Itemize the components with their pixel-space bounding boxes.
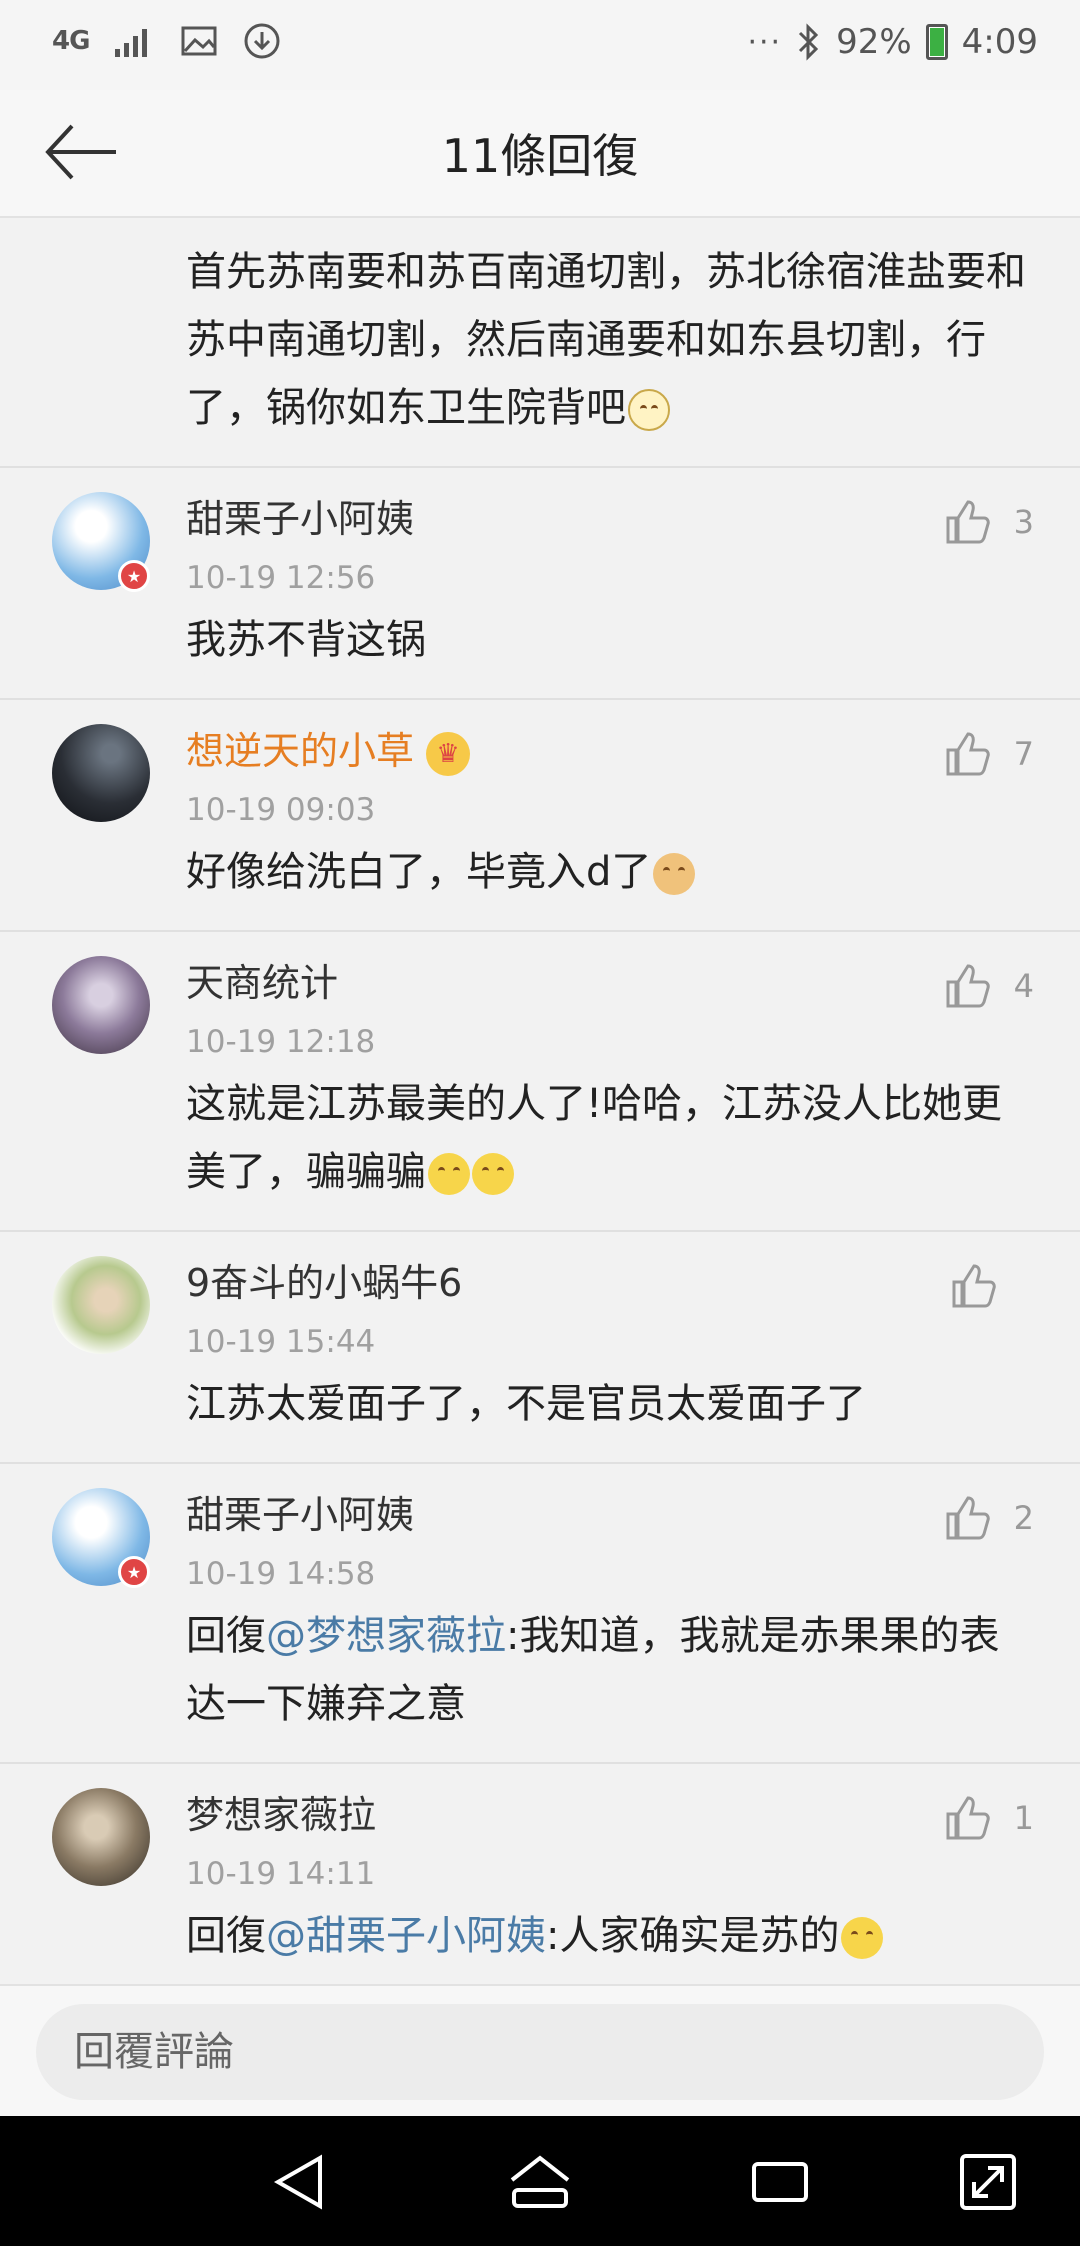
more-dots-icon: ··· [747, 24, 783, 60]
comment-time: 10-19 15:44 [186, 1324, 376, 1360]
verified-badge-icon: ★ [118, 1556, 150, 1588]
like-count: 2 [1013, 1499, 1034, 1537]
thumbs-up-icon [946, 500, 990, 544]
nav-expand-icon[interactable] [952, 2146, 1024, 2218]
verified-badge-icon: ★ [118, 560, 150, 592]
avatar[interactable] [52, 1256, 150, 1354]
comment-text: 好像给洗白了，毕竟入d了 [186, 838, 1030, 906]
comment-username[interactable]: 甜栗子小阿姨 [186, 488, 1030, 550]
comment-item[interactable]: 9奋斗的小蜗牛6 10-19 15:44 江苏太爱面子了，不是官员太爱面子了 [0, 1232, 1080, 1464]
like-button[interactable]: 1 [944, 1794, 1034, 1842]
doge-emoji-icon [653, 853, 696, 895]
comment-text: 我苏不背这锅 [186, 617, 426, 663]
comment-time: 10-19 14:11 [186, 1856, 376, 1892]
comment-item[interactable]: 天商统计 10-19 12:18 这就是江苏最美的人了!哈哈，江苏没人比她更美了… [0, 932, 1080, 1232]
vip-crown-icon: ♛ [426, 731, 471, 776]
status-bar: 4G ··· 92% 4:09 [0, 0, 1080, 90]
comment-text: 这就是江苏最美的人了!哈哈，江苏没人比她更美了，骗骗骗 [186, 1081, 1003, 1195]
page-title: 11條回復 [441, 129, 639, 183]
like-button[interactable]: 4 [944, 962, 1034, 1010]
battery-icon [925, 24, 948, 60]
clock: 4:09 [961, 22, 1038, 62]
laugh-cry-emoji-icon [841, 1917, 884, 1959]
avatar[interactable] [52, 1788, 150, 1886]
thumbs-up-icon [946, 1796, 990, 1840]
bluetooth-icon [799, 23, 819, 61]
signal-icon [115, 29, 148, 57]
thumbs-up-icon [952, 1264, 996, 1308]
comment-item[interactable]: ★ 甜栗子小阿姨 10-19 14:58 回復@梦想家薇拉:我知道，我就是赤果果… [0, 1464, 1080, 1764]
thumbs-up-icon [946, 1496, 990, 1540]
smile-emoji-icon [428, 1153, 470, 1195]
thumbs-up-icon [946, 732, 990, 776]
glasses-emoji-icon [628, 389, 670, 431]
like-count: 1 [1013, 1799, 1034, 1837]
nav-recents-icon[interactable] [744, 2146, 816, 2218]
mention-link[interactable]: @梦想家薇拉 [266, 1613, 506, 1659]
image-icon [181, 26, 217, 56]
comment-text: 回復@甜栗子小阿姨:人家确实是苏的 [186, 1902, 1030, 1970]
smile-emoji-icon [472, 1153, 514, 1195]
comment-username[interactable]: 想逆天的小草 ♛ [186, 720, 1030, 782]
system-nav-bar [0, 2116, 1080, 2246]
parent-comment-text: 首先苏南要和苏百南通切割，苏北徐宿淮盐要和苏中南通切割，然后南通要和如东县切割，… [0, 218, 1080, 468]
comment-text: 回復@梦想家薇拉:我知道，我就是赤果果的表达一下嫌弃之意 [186, 1613, 1000, 1727]
like-button[interactable]: 3 [944, 498, 1034, 546]
reply-input[interactable]: 回覆評論 [36, 2004, 1044, 2100]
thumbs-up-icon [946, 964, 990, 1008]
avatar[interactable] [52, 956, 150, 1054]
download-icon [244, 23, 280, 59]
like-button[interactable] [950, 1262, 1020, 1310]
like-button[interactable]: 2 [944, 1494, 1034, 1542]
like-count: 4 [1013, 967, 1034, 1005]
network-type: 4G [52, 26, 90, 56]
like-count: 7 [1013, 735, 1034, 773]
like-count: 3 [1013, 503, 1034, 541]
comment-time: 10-19 09:03 [186, 792, 376, 828]
comment-time: 10-19 12:18 [186, 1024, 376, 1060]
comment-text: 江苏太爱面子了，不是官员太爱面子了 [186, 1381, 866, 1427]
battery-percent: 92% [836, 22, 912, 62]
comment-username[interactable]: 梦想家薇拉 [186, 1784, 1030, 1846]
comment-time: 10-19 12:56 [186, 560, 376, 596]
comment-list[interactable]: 首先苏南要和苏百南通切割，苏北徐宿淮盐要和苏中南通切割，然后南通要和如东县切割，… [0, 218, 1080, 1984]
reply-bar: 回覆評論 [0, 1984, 1080, 2116]
like-button[interactable]: 7 [944, 730, 1034, 778]
comment-item[interactable]: 想逆天的小草 ♛ 10-19 09:03 好像给洗白了，毕竟入d了 7 [0, 700, 1080, 932]
comment-item[interactable]: 梦想家薇拉 10-19 14:11 回復@甜栗子小阿姨:人家确实是苏的 1 [0, 1764, 1080, 1984]
avatar[interactable] [52, 724, 150, 822]
mention-link[interactable]: @甜栗子小阿姨 [266, 1913, 546, 1959]
comment-username[interactable]: 甜栗子小阿姨 [186, 1484, 1030, 1546]
nav-home-icon[interactable] [504, 2146, 576, 2218]
app-header: 11條回復 [0, 90, 1080, 218]
comment-username[interactable]: 天商统计 [186, 952, 1030, 1014]
comment-username[interactable]: 9奋斗的小蜗牛6 [186, 1252, 1030, 1314]
nav-back-icon[interactable] [264, 2146, 336, 2218]
comment-time: 10-19 14:58 [186, 1556, 376, 1592]
comment-item[interactable]: ★ 甜栗子小阿姨 10-19 12:56 我苏不背这锅 3 [0, 468, 1080, 700]
